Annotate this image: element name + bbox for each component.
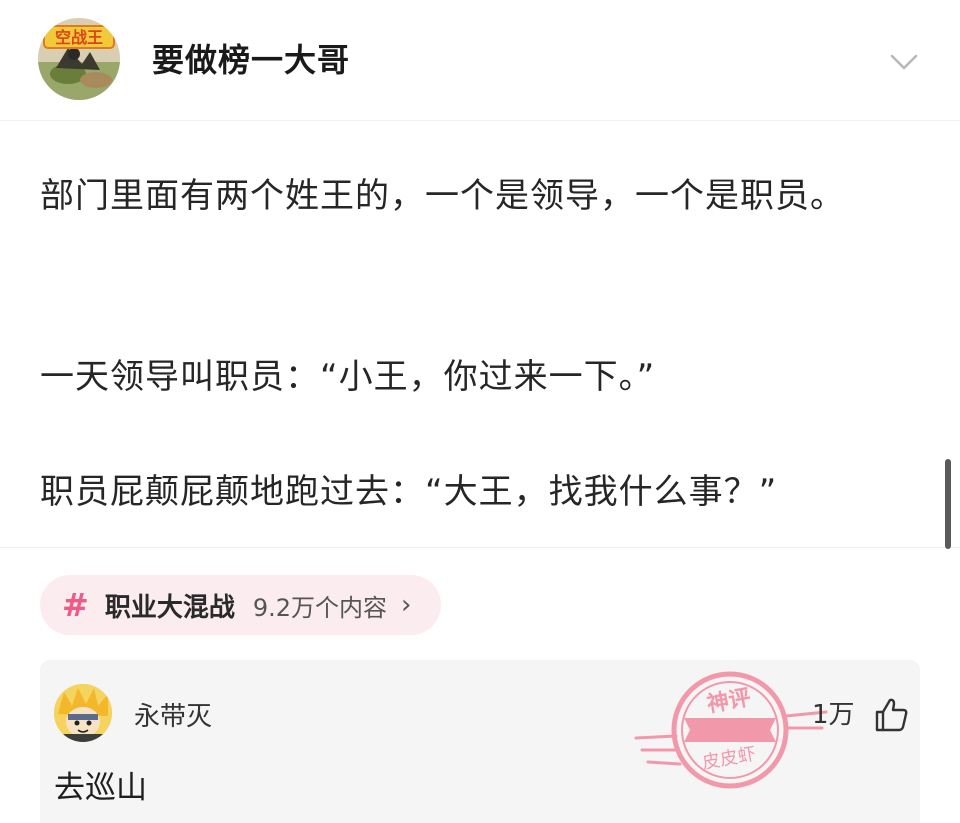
- commenter-avatar[interactable]: [54, 684, 112, 742]
- post-content: 部门里面有两个姓王的，一个是领导，一个是职员。 一天领导叫职员：“小王，你过来一…: [0, 120, 960, 549]
- like-count: 1万: [812, 700, 855, 730]
- stamp-top-text: 神评: [705, 684, 753, 717]
- avatar-badge-text: 空战王: [55, 28, 103, 47]
- topic-tag[interactable]: # 职业大混战 9.2万个内容 ›: [40, 575, 442, 635]
- scrollbar-thumb[interactable]: [945, 459, 951, 549]
- post-paragraph: 部门里面有两个姓王的，一个是领导，一个是职员。: [40, 176, 845, 216]
- commenter-name[interactable]: 永带灭: [134, 700, 212, 734]
- post-paragraph: 职员屁颠屁颠地跑过去：“大王，找我什么事？”: [40, 472, 778, 512]
- stamp-bottom-text: 皮皮虾: [701, 744, 758, 774]
- top-comment: 永带灭 去巡山 神评 皮皮虾 1万: [40, 660, 920, 823]
- chevron-right-icon: ›: [401, 590, 412, 620]
- post-header: 空战王 要做榜一大哥: [0, 0, 960, 120]
- topic-count: 9.2万个内容: [252, 593, 387, 622]
- hashtag-icon: #: [62, 586, 89, 624]
- username[interactable]: 要做榜一大哥: [152, 38, 350, 82]
- thumbs-up-icon[interactable]: [872, 696, 910, 734]
- topic-name: 职业大混战: [104, 592, 235, 623]
- chevron-down-icon[interactable]: [884, 44, 924, 80]
- post-paragraph: 一天领导叫职员：“小王，你过来一下。”: [40, 357, 656, 397]
- shenping-stamp-badge: 神评 皮皮虾: [630, 666, 830, 796]
- user-avatar[interactable]: 空战王: [38, 18, 120, 100]
- comment-text: 去巡山: [54, 770, 147, 806]
